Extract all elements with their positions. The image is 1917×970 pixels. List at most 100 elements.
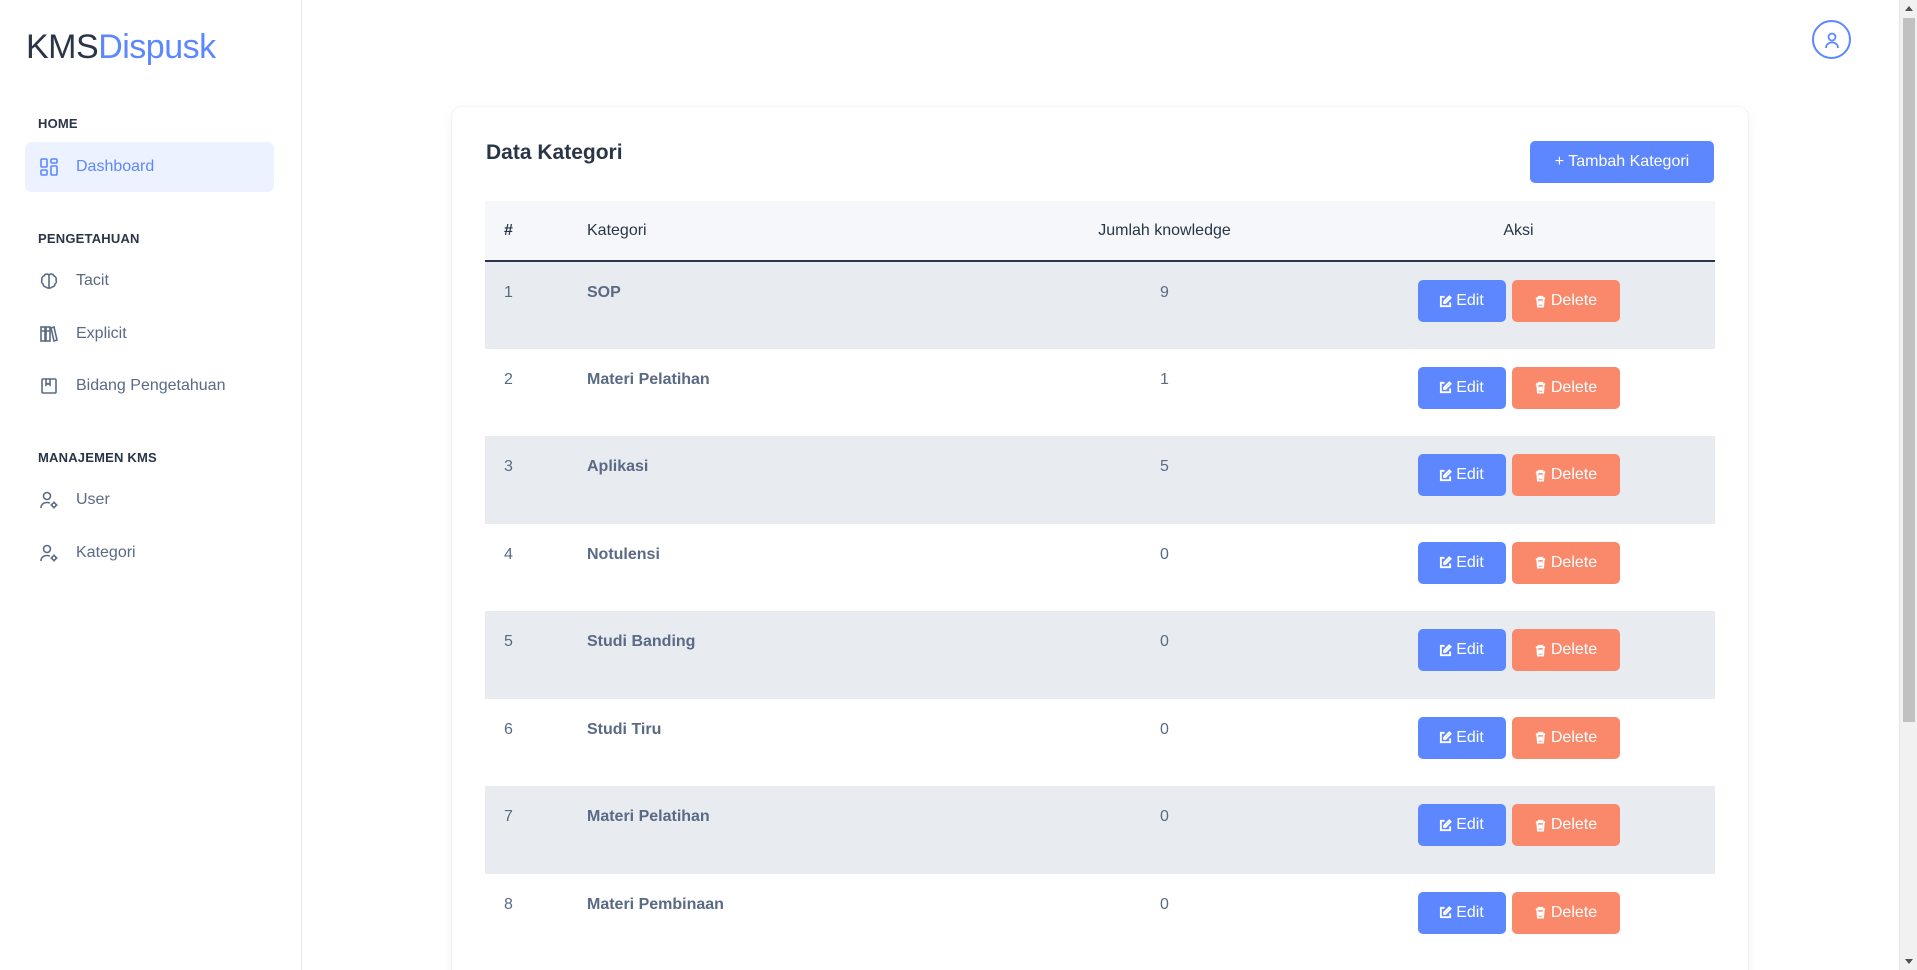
sidebar-item-label: Tacit xyxy=(76,272,109,289)
edit-icon xyxy=(1440,294,1453,307)
edit-button[interactable]: Edit xyxy=(1417,804,1506,846)
edit-icon xyxy=(1440,468,1453,481)
cell-jumlah: 0 xyxy=(1160,545,1169,563)
card-title: Data Kategori xyxy=(486,141,623,164)
edit-icon xyxy=(1440,556,1453,569)
user-settings-icon xyxy=(38,542,60,564)
delete-button[interactable]: Delete xyxy=(1511,366,1620,409)
delete-label: Delete xyxy=(1550,903,1598,921)
scroll-down-icon[interactable] xyxy=(1905,959,1913,964)
cell-kategori: Materi Pelatihan xyxy=(587,370,710,388)
cell-kategori: Aplikasi xyxy=(587,458,649,475)
cell-aksi: Edit Delete xyxy=(1322,349,1715,437)
edit-label: Edit xyxy=(1456,903,1484,921)
table-header-row: # Kategori Jumlah knowledge Aksi xyxy=(485,201,1715,261)
cell-no: 7 xyxy=(504,808,513,825)
edit-icon xyxy=(1440,643,1453,656)
col-header-kategori: Kategori xyxy=(587,221,647,239)
cell-jumlah: 5 xyxy=(1160,458,1169,475)
cell-jumlah: 9 xyxy=(1160,284,1169,301)
delete-button[interactable]: Delete xyxy=(1511,716,1620,759)
cell-jumlah: 1 xyxy=(1160,370,1169,388)
cell-no: 3 xyxy=(504,458,513,475)
trash-icon xyxy=(1535,381,1546,394)
delete-button[interactable]: Delete xyxy=(1511,804,1620,846)
edit-icon xyxy=(1440,906,1453,919)
brand-part2: Dispusk xyxy=(98,28,216,66)
cell-aksi: Edit Delete xyxy=(1322,436,1715,524)
cell-aksi: Edit Delete xyxy=(1322,611,1715,699)
table-row: 1 SOP 9 Edit Delete xyxy=(485,261,1715,349)
cell-kategori: SOP xyxy=(587,284,621,301)
sidebar-item-label: Kategori xyxy=(76,544,136,561)
delete-label: Delete xyxy=(1550,378,1598,396)
edit-button[interactable]: Edit xyxy=(1417,280,1506,322)
edit-button[interactable]: Edit xyxy=(1417,891,1506,934)
cell-aksi: Edit Delete xyxy=(1322,261,1715,349)
delete-button[interactable]: Delete xyxy=(1511,541,1620,584)
sidebar-item-explicit[interactable]: Explicit xyxy=(25,309,274,359)
edit-button[interactable]: Edit xyxy=(1417,454,1506,496)
data-kategori-card: Data Kategori + Tambah Kategori # Katego… xyxy=(452,107,1748,970)
delete-button[interactable]: Delete xyxy=(1511,280,1620,322)
dashboard-icon xyxy=(38,156,60,178)
brand-logo[interactable]: KMSDispusk xyxy=(26,28,216,67)
edit-button[interactable]: Edit xyxy=(1417,366,1506,409)
trash-icon xyxy=(1535,731,1546,744)
cell-kategori: Materi Pembinaan xyxy=(587,895,724,913)
cell-jumlah: 0 xyxy=(1160,633,1169,650)
kategori-table: # Kategori Jumlah knowledge Aksi 1 SOP 9 Ed… xyxy=(485,201,1715,961)
sidebar: KMSDispusk HOME Dashboard PENGETAHUAN Ta… xyxy=(0,0,302,970)
col-header-jumlah: Jumlah knowledge xyxy=(1098,221,1231,239)
user-settings-icon xyxy=(38,489,60,511)
trash-icon xyxy=(1535,644,1546,657)
cell-aksi: Edit Delete xyxy=(1322,699,1715,787)
table-row: 6 Studi Tiru 0 Edit Delete xyxy=(485,698,1715,787)
col-header-aksi: Aksi xyxy=(1503,221,1534,239)
scroll-up-icon[interactable] xyxy=(1905,6,1913,11)
delete-button[interactable]: Delete xyxy=(1511,891,1620,934)
edit-button[interactable]: Edit xyxy=(1417,629,1506,671)
nav-caption-manajemen: MANAJEMEN KMS xyxy=(38,450,157,465)
delete-label: Delete xyxy=(1550,553,1598,571)
col-header-no: # xyxy=(504,221,513,239)
edit-label: Edit xyxy=(1456,728,1484,746)
edit-icon xyxy=(1440,381,1453,394)
edit-icon xyxy=(1440,731,1453,744)
edit-label: Edit xyxy=(1456,466,1484,483)
delete-button[interactable]: Delete xyxy=(1511,454,1620,496)
sidebar-item-label: User xyxy=(76,491,110,508)
user-icon xyxy=(1824,32,1839,48)
nav-caption-home: HOME xyxy=(38,116,78,131)
delete-label: Delete xyxy=(1550,816,1598,833)
nav-caption-pengetahuan: PENGETAHUAN xyxy=(38,231,140,246)
edit-button[interactable]: Edit xyxy=(1417,716,1506,759)
books-icon xyxy=(38,323,60,345)
scrollbar-thumb[interactable] xyxy=(1903,18,1915,722)
cell-aksi: Edit Delete xyxy=(1322,874,1715,962)
delete-button[interactable]: Delete xyxy=(1511,629,1620,671)
cell-jumlah: 0 xyxy=(1160,808,1169,825)
delete-label: Delete xyxy=(1550,641,1598,658)
brand-part1: KMS xyxy=(26,28,99,66)
sidebar-item-label: Bidang Pengetahuan xyxy=(76,377,226,394)
table-row: 2 Materi Pelatihan 1 Edit Delete xyxy=(485,348,1715,437)
cell-no: 4 xyxy=(504,545,513,563)
sidebar-item-tacit[interactable]: Tacit xyxy=(25,256,274,306)
cell-no: 5 xyxy=(504,633,513,650)
trash-icon xyxy=(1535,906,1546,919)
brain-icon xyxy=(38,270,60,292)
edit-label: Edit xyxy=(1456,553,1484,571)
edit-button[interactable]: Edit xyxy=(1417,541,1506,584)
sidebar-item-kategori[interactable]: Kategori xyxy=(25,528,274,578)
cell-kategori: Studi Tiru xyxy=(587,720,662,738)
cell-kategori: Notulensi xyxy=(587,545,660,563)
page-scrollbar[interactable] xyxy=(1899,0,1917,970)
sidebar-item-user[interactable]: User xyxy=(25,475,274,525)
add-category-button[interactable]: + Tambah Kategori xyxy=(1530,141,1714,183)
sidebar-item-bidang-pengetahuan[interactable]: Bidang Pengetahuan xyxy=(25,361,274,411)
profile-avatar[interactable] xyxy=(1812,20,1851,59)
trash-icon xyxy=(1535,295,1546,308)
cell-no: 2 xyxy=(504,370,513,388)
sidebar-item-dashboard[interactable]: Dashboard xyxy=(25,142,274,192)
